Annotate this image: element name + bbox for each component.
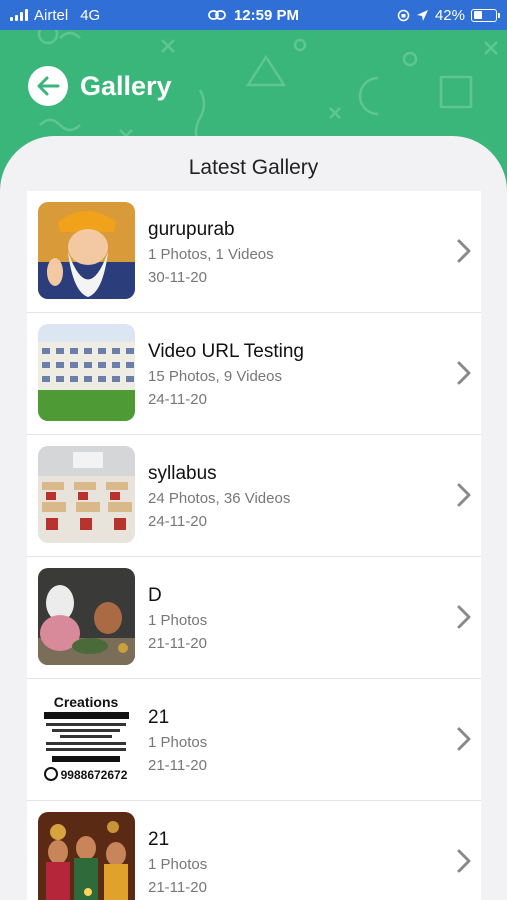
gallery-count: 1 Photos	[148, 734, 208, 751]
page-title: Gallery	[80, 71, 172, 101]
battery-icon	[471, 8, 500, 22]
gallery-count: 1 Photos	[148, 856, 208, 873]
chevron-right-icon	[457, 239, 471, 263]
gallery-count: 24 Photos, 36 Videos	[148, 490, 291, 507]
gallery-date: 21-11-20	[148, 635, 207, 652]
gallery-item[interactable]: Video URL Testing 15 Photos, 9 Videos 24…	[27, 313, 481, 435]
gallery-date: 24-11-20	[148, 513, 207, 530]
gallery-title: syllabus	[148, 463, 217, 484]
status-bar: Airtel 4G 12:59 PM 42%	[0, 0, 507, 30]
gallery-thumbnail	[38, 202, 135, 299]
gallery-item[interactable]: 21 1 Photos 21-11-20	[27, 801, 481, 900]
gallery-thumbnail	[38, 812, 135, 900]
flyer-phone: 9988672672	[61, 768, 128, 782]
gallery-item[interactable]: gurupurab 1 Photos, 1 Videos 30-11-20	[27, 191, 481, 313]
link-icon	[208, 10, 226, 20]
gallery-count: 1 Photos	[148, 612, 208, 629]
clock: 12:59 PM	[233, 6, 300, 24]
arrow-left-icon	[37, 76, 60, 96]
flyer-title: Creations	[54, 694, 119, 710]
rotation-lock-icon	[397, 9, 410, 21]
gallery-title: 21	[148, 707, 170, 728]
gallery-list: gurupurab 1 Photos, 1 Videos 30-11-20 Vi…	[27, 191, 481, 900]
gallery-date: 30-11-20	[148, 269, 207, 286]
status-right: 42%	[397, 6, 500, 24]
gallery-date: 24-11-20	[148, 391, 207, 408]
gallery-title: 21	[148, 829, 170, 850]
gallery-date: 21-11-20	[148, 879, 207, 896]
location-icon	[416, 9, 428, 21]
back-button[interactable]	[28, 66, 68, 106]
gallery-count: 1 Photos, 1 Videos	[148, 246, 274, 263]
gallery-thumbnail	[38, 446, 135, 543]
gallery-item[interactable]: D 1 Photos 21-11-20	[27, 557, 481, 679]
section-title: Latest Gallery	[188, 156, 319, 179]
gallery-thumbnail: Creations 9988672672	[38, 690, 135, 787]
gallery-item[interactable]: Creations 9988672672 21 1 Photos 21-11-2…	[27, 679, 481, 801]
gallery-title: gurupurab	[148, 219, 235, 240]
gallery-date: 21-11-20	[148, 757, 207, 774]
chevron-right-icon	[457, 849, 471, 873]
chevron-right-icon	[457, 605, 471, 629]
gallery-title: Video URL Testing	[148, 341, 304, 362]
gallery-item[interactable]: syllabus 24 Photos, 36 Videos 24-11-20	[27, 435, 481, 557]
content-sheet: Latest Gallery gurupurab 1 Photos, 1 Vid…	[0, 136, 507, 900]
gallery-count: 15 Photos, 9 Videos	[148, 368, 282, 385]
battery-fill	[473, 11, 483, 19]
gallery-thumbnail	[38, 324, 135, 421]
gallery-thumbnail	[38, 568, 135, 665]
chevron-right-icon	[457, 727, 471, 751]
chevron-right-icon	[457, 483, 471, 507]
gallery-title: D	[148, 585, 162, 606]
chevron-right-icon	[457, 361, 471, 385]
battery-percent: 42%	[434, 6, 465, 24]
